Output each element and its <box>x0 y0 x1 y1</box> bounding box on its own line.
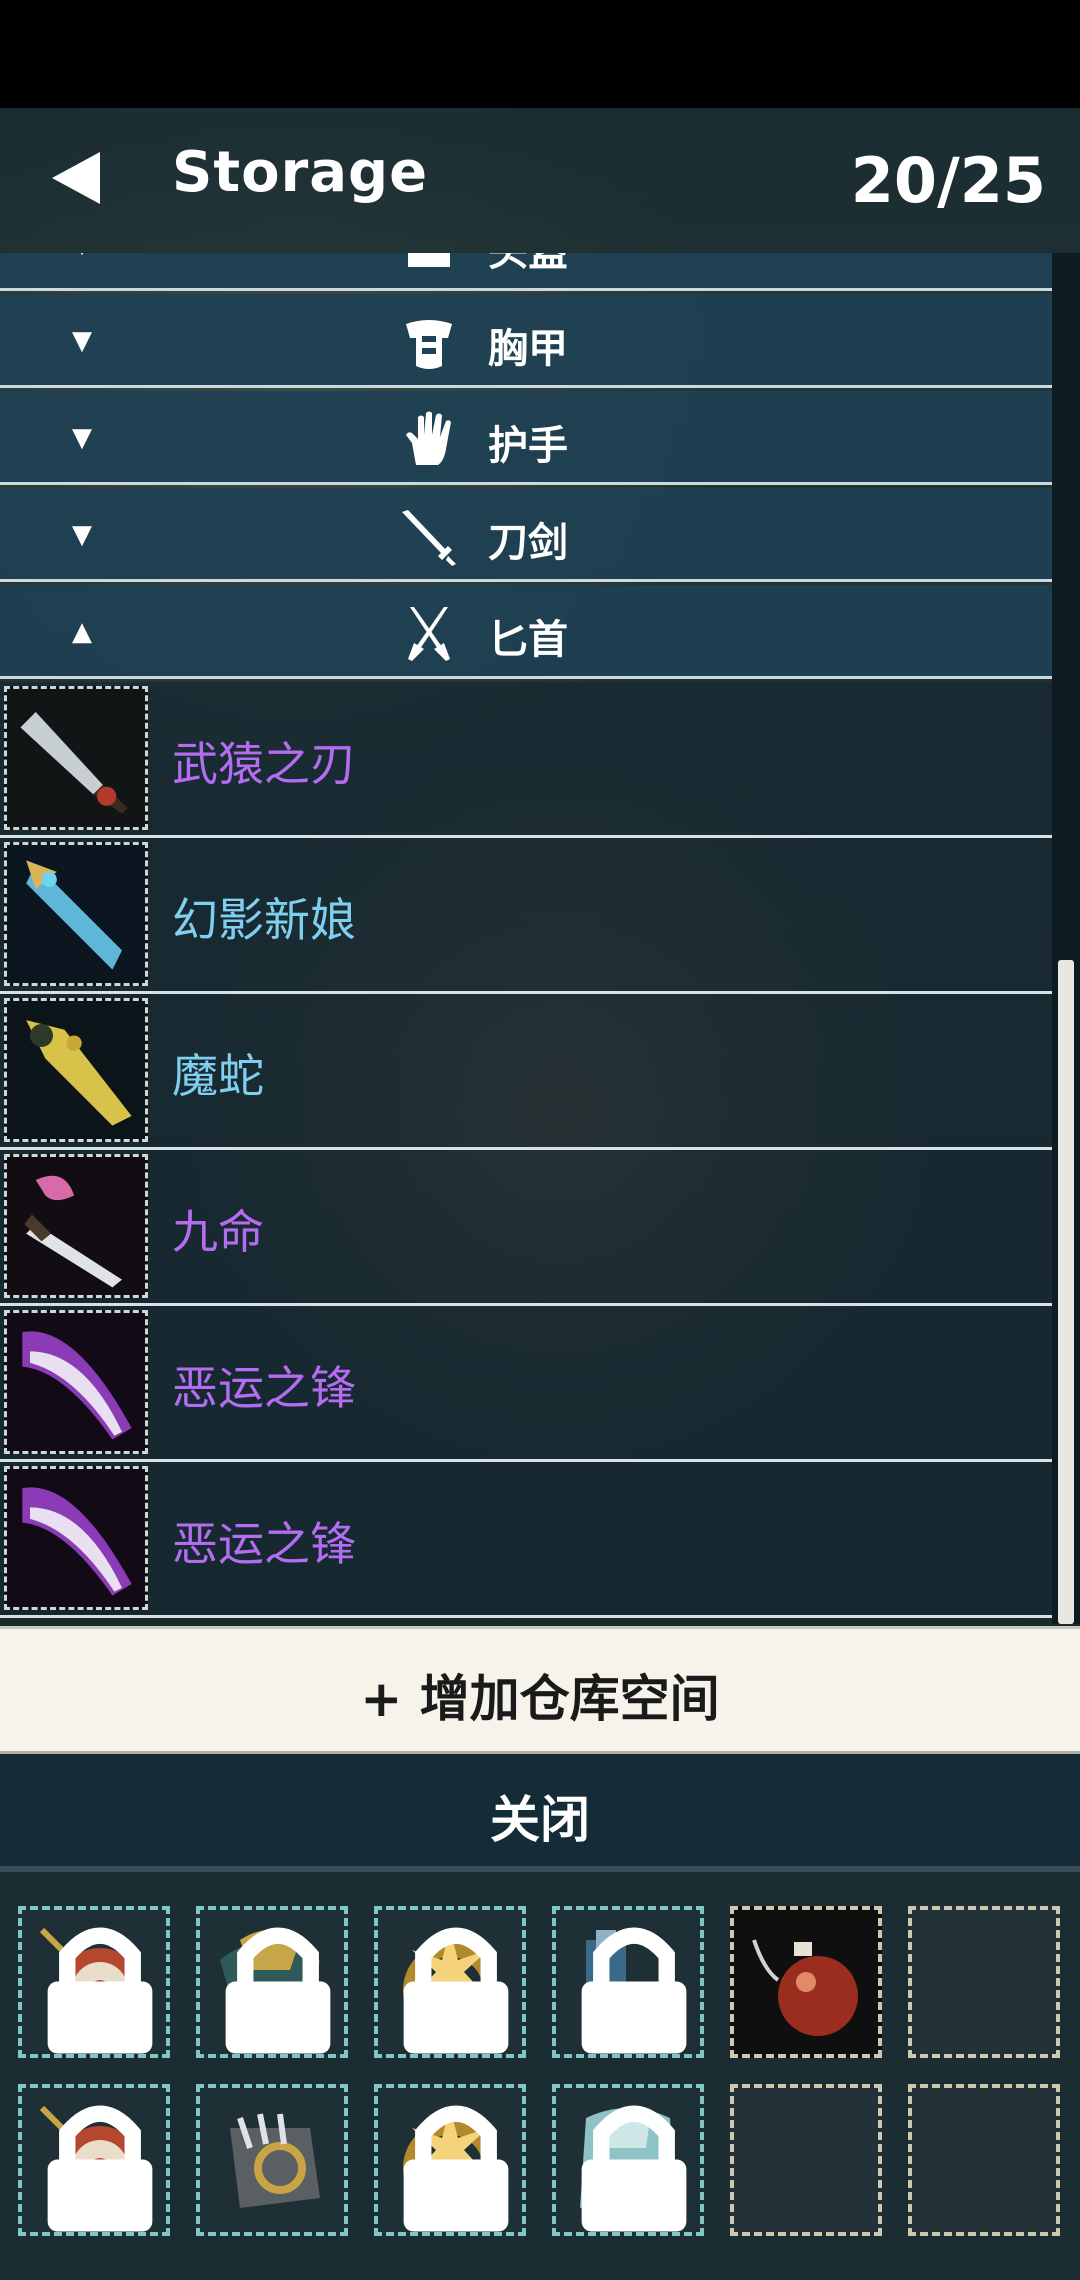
item-icon <box>4 686 148 830</box>
storage-item-row[interactable]: 魔蛇 <box>0 994 1052 1150</box>
item-icon <box>4 1154 148 1298</box>
lock-icon <box>581 1927 687 2054</box>
item-name: 幻影新娘 <box>172 893 356 947</box>
expand-arrow-icon: ▼ <box>72 423 92 453</box>
category-label: 刀剑 <box>488 520 568 566</box>
inventory-slot[interactable] <box>196 1906 348 2058</box>
inventory-slot[interactable] <box>18 1906 170 2058</box>
back-button[interactable] <box>48 148 104 208</box>
storage-capacity-count: 20/25 <box>850 144 1046 217</box>
phantom-dagger-icon <box>7 845 145 983</box>
item-icon <box>4 1310 148 1454</box>
sword-icon <box>402 510 456 566</box>
storage-item-row[interactable]: 恶运之锋 <box>0 1306 1052 1462</box>
back-arrow-icon <box>52 152 100 204</box>
category-daggers[interactable]: ▲ 匕首 <box>0 585 1052 679</box>
lock-icon <box>225 1927 331 2054</box>
category-swords[interactable]: ▼ 刀剑 <box>0 488 1052 582</box>
page-title: Storage <box>172 140 429 205</box>
inventory-slot[interactable] <box>552 2084 704 2236</box>
inventory-slot[interactable] <box>196 2084 348 2236</box>
close-label: 关闭 <box>490 1791 590 1849</box>
category-label: 头盔 <box>488 253 568 277</box>
status-bar <box>0 0 1080 108</box>
category-label: 匕首 <box>488 617 568 663</box>
inventory-slot-empty[interactable] <box>730 2084 882 2236</box>
category-helmet[interactable]: ▼ 头盔 <box>0 253 1052 291</box>
inventory-slot[interactable] <box>18 2084 170 2236</box>
inventory-slot[interactable] <box>374 2084 526 2236</box>
add-storage-space-label: + 增加仓库空间 <box>360 1670 720 1728</box>
item-name: 武猿之刃 <box>172 737 356 791</box>
item-icon <box>4 842 148 986</box>
chest-armor-icon <box>406 320 452 369</box>
storage-item-row[interactable]: 幻影新娘 <box>0 838 1052 994</box>
inventory-slot-empty[interactable] <box>908 2084 1060 2236</box>
category-label: 护手 <box>488 423 568 469</box>
nine-lives-dagger-icon <box>7 1157 145 1295</box>
inventory-slot-empty[interactable] <box>908 1906 1060 2058</box>
helmet-icon <box>408 253 450 267</box>
inventory-panel <box>0 1866 1080 2280</box>
doom-edge-dagger-icon <box>7 1469 145 1607</box>
inventory-slot[interactable] <box>552 1906 704 2058</box>
category-chest-armor[interactable]: ▼ 胸甲 <box>0 294 1052 388</box>
scrollbar-thumb[interactable] <box>1058 960 1074 1624</box>
lock-icon <box>47 1927 153 2054</box>
gauntlet-icon <box>406 411 451 465</box>
item-name: 魔蛇 <box>172 1049 264 1103</box>
lock-icon <box>581 2105 687 2232</box>
serpent-dagger-icon <box>7 1001 145 1139</box>
lock-icon <box>403 2105 509 2232</box>
claw-gauntlet-icon <box>230 2113 320 2208</box>
category-label: 胸甲 <box>488 326 568 372</box>
expand-arrow-icon: ▼ <box>72 326 92 356</box>
add-storage-space-button[interactable]: + 增加仓库空间 <box>0 1626 1080 1754</box>
item-name: 恶运之锋 <box>172 1517 356 1571</box>
inventory-slot[interactable] <box>374 1906 526 2058</box>
storage-item-row[interactable]: 恶运之锋 <box>0 1462 1052 1618</box>
item-name: 恶运之锋 <box>172 1361 356 1415</box>
inventory-slot[interactable] <box>730 1906 882 2058</box>
lock-icon <box>403 1927 509 2054</box>
storage-list[interactable]: ▼ 头盔 ▼ 胸甲 ▼ 护手 ▼ 刀剑 ▲ <box>0 253 1052 1624</box>
storage-item-row[interactable]: 九命 <box>0 1150 1052 1306</box>
category-gauntlets[interactable]: ▼ 护手 <box>0 391 1052 485</box>
expand-arrow-icon: ▼ <box>72 520 92 550</box>
silver-blade-icon <box>7 689 145 827</box>
crossed-daggers-icon <box>408 607 450 661</box>
close-button[interactable]: 关闭 <box>0 1754 1080 1866</box>
collapse-arrow-icon: ▲ <box>72 617 92 647</box>
item-name: 九命 <box>172 1205 264 1259</box>
lock-icon <box>47 2105 153 2232</box>
expand-arrow-icon: ▼ <box>72 253 92 257</box>
doom-edge-dagger-icon <box>7 1313 145 1451</box>
storage-item-row[interactable]: 武猿之刃 <box>0 682 1052 838</box>
potion-icon <box>752 1939 858 2036</box>
item-icon <box>4 998 148 1142</box>
item-icon <box>4 1466 148 1610</box>
